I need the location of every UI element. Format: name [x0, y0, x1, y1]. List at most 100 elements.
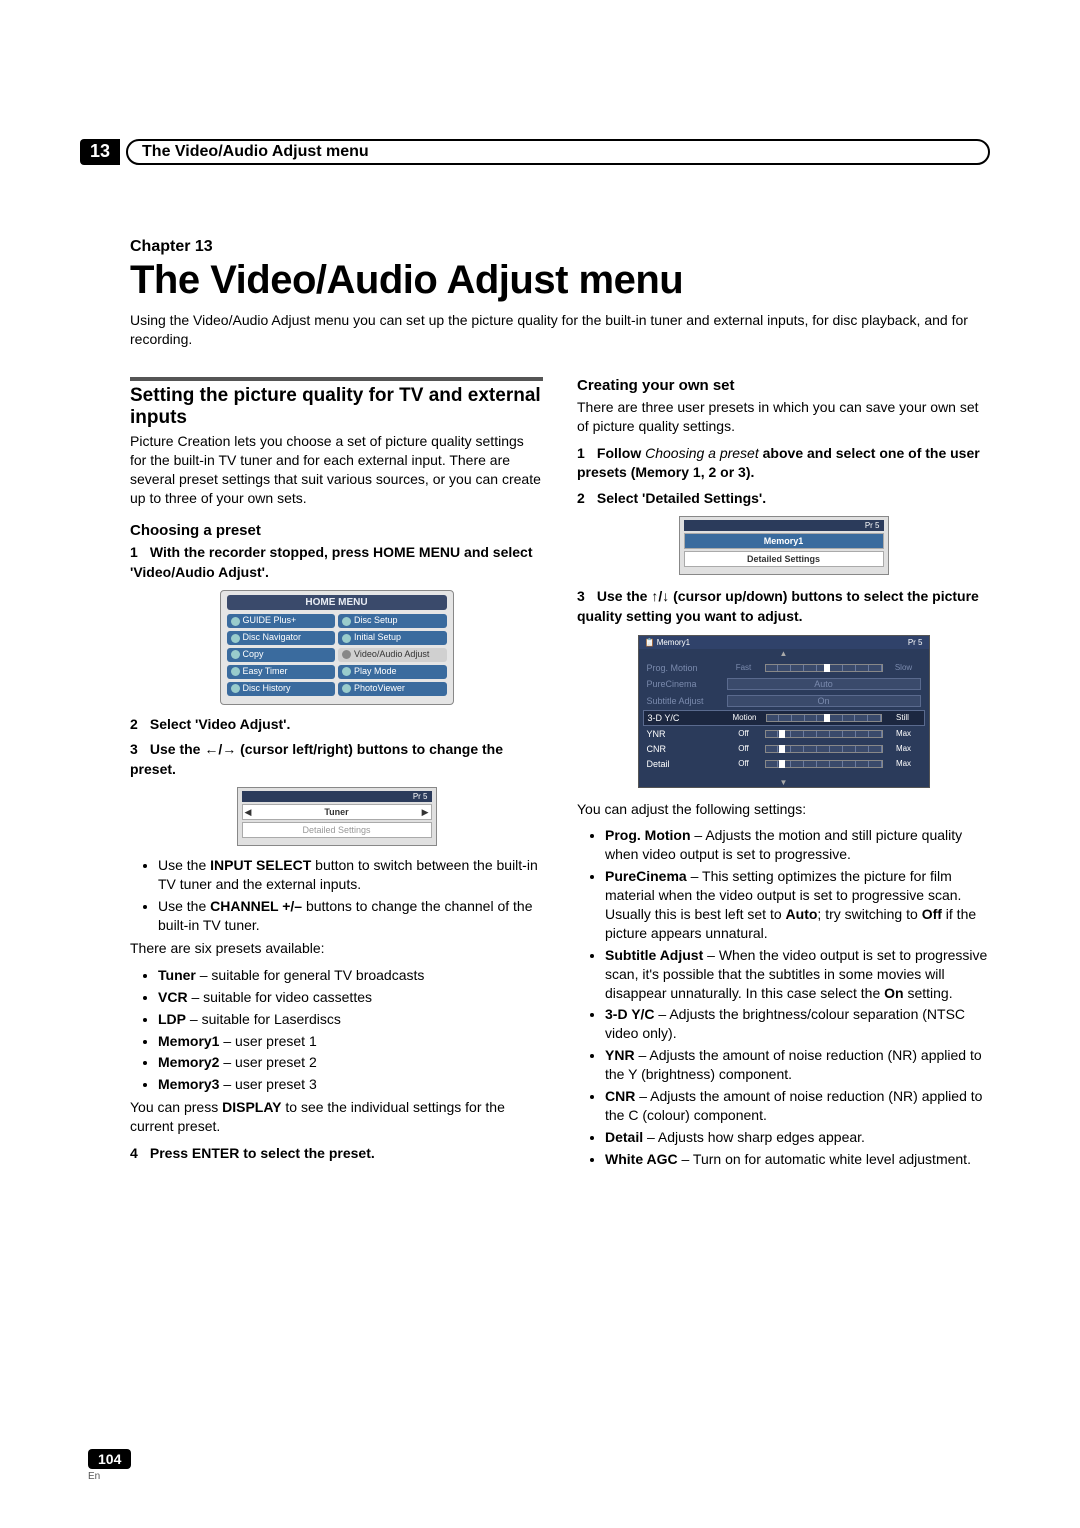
- right-column: Creating your own set There are three us…: [577, 377, 990, 1173]
- menu-item-initial-setup[interactable]: Initial Setup: [338, 631, 447, 645]
- det-slider[interactable]: [766, 714, 882, 722]
- det-end-left: Off: [727, 729, 761, 738]
- memory-row-detailed[interactable]: Detailed Settings: [684, 551, 884, 567]
- step-text-pre: Use the: [150, 741, 204, 757]
- det-slider[interactable]: [765, 745, 883, 753]
- step-4: 4 Press ENTER to select the preset.: [130, 1144, 543, 1164]
- setting-3d-yc: 3-D Y/C – Adjusts the brightness/colour …: [605, 1005, 990, 1043]
- step-2: 2 Select 'Video Adjust'.: [130, 715, 543, 735]
- preset-memory3: Memory3 – user preset 3: [158, 1075, 543, 1094]
- menu-label: Disc Navigator: [243, 633, 302, 643]
- det-value[interactable]: Auto: [727, 678, 921, 690]
- preset-badge: Pr 5: [242, 791, 432, 802]
- section-heading-picture-quality: Setting the picture quality for TV and e…: [130, 385, 543, 429]
- det-label: 3-D Y/C: [648, 713, 728, 723]
- section-divider: [130, 377, 543, 381]
- det-row-purecinema[interactable]: PureCinemaAuto: [643, 676, 925, 692]
- preset-row-detailed[interactable]: Detailed Settings: [242, 822, 432, 838]
- history-icon: [231, 684, 240, 693]
- preset-vcr: VCR – suitable for video cassettes: [158, 988, 543, 1007]
- det-label: PureCinema: [647, 679, 727, 689]
- tip-input-select: Use the INPUT SELECT button to switch be…: [158, 856, 543, 894]
- preset-row-tuner[interactable]: ◀ Tuner ▶: [242, 804, 432, 820]
- arrow-right-icon[interactable]: ▶: [422, 807, 429, 818]
- det-label: Subtitle Adjust: [647, 696, 727, 706]
- det-slider[interactable]: [765, 730, 883, 738]
- det-end-left: Off: [727, 744, 761, 753]
- running-header: 13 The Video/Audio Adjust menu: [80, 138, 990, 166]
- step-number: 2: [577, 489, 593, 509]
- left-column: Setting the picture quality for TV and e…: [130, 377, 543, 1173]
- menu-label: Initial Setup: [354, 633, 401, 643]
- det-end-right: Max: [887, 759, 921, 768]
- menu-item-easy-timer[interactable]: Easy Timer: [227, 665, 336, 679]
- menu-item-disc-setup[interactable]: Disc Setup: [338, 614, 447, 628]
- figure-home-menu: HOME MENU GUIDE Plus+ Disc Setup Disc Na…: [220, 590, 454, 704]
- running-title: The Video/Audio Adjust menu: [142, 143, 369, 161]
- subheading-creating-set: Creating your own set: [577, 377, 990, 394]
- step-1: 1 With the recorder stopped, press HOME …: [130, 543, 543, 582]
- menu-item-disc-history[interactable]: Disc History: [227, 682, 336, 696]
- slider-knob-icon[interactable]: [824, 714, 830, 722]
- photo-icon: [342, 684, 351, 693]
- det-slider[interactable]: [765, 664, 883, 672]
- slider-knob-icon[interactable]: [779, 760, 785, 768]
- arrow-left-right-icon: ←/→: [204, 741, 236, 757]
- det-label: Detail: [647, 759, 727, 769]
- home-menu-title: HOME MENU: [227, 595, 447, 610]
- det-label: CNR: [647, 744, 727, 754]
- det-end-right: Still: [886, 713, 920, 722]
- det-row-ynr[interactable]: YNROffMax: [643, 727, 925, 741]
- page-number: 104: [88, 1449, 131, 1469]
- page-title: The Video/Audio Adjust menu: [130, 258, 990, 303]
- scroll-up-icon[interactable]: ▲: [639, 649, 929, 658]
- step-number: 2: [130, 715, 146, 735]
- det-end-right: Max: [887, 744, 921, 753]
- det-end-left: Off: [727, 759, 761, 768]
- menu-label: Disc Setup: [354, 616, 398, 626]
- scroll-down-icon[interactable]: ▼: [639, 778, 929, 787]
- det-end-left: Fast: [727, 663, 761, 672]
- slider-knob-icon[interactable]: [779, 745, 785, 753]
- menu-item-photoviewer[interactable]: PhotoViewer: [338, 682, 447, 696]
- menu-item-play-mode[interactable]: Play Mode: [338, 665, 447, 679]
- disc-nav-icon: [231, 634, 240, 643]
- slider-knob-icon[interactable]: [779, 730, 785, 738]
- memory-row-selected[interactable]: Memory1: [684, 533, 884, 549]
- play-mode-icon: [342, 667, 351, 676]
- det-row-3-d-y-c[interactable]: 3-D Y/CMotionStill: [643, 710, 925, 726]
- menu-label: Easy Timer: [243, 667, 288, 677]
- slider-knob-icon[interactable]: [824, 664, 830, 672]
- det-title: 📋 Memory1: [645, 638, 691, 647]
- step-text: Select 'Video Adjust'.: [150, 716, 290, 732]
- setting-ynr: YNR – Adjusts the amount of noise reduct…: [605, 1046, 990, 1084]
- menu-item-guide-plus[interactable]: GUIDE Plus+: [227, 614, 336, 628]
- det-slider[interactable]: [765, 760, 883, 768]
- right-step-3: 3 Use the ↑/↓ (cursor up/down) buttons t…: [577, 587, 990, 626]
- step-text: Press ENTER to select the preset.: [150, 1145, 375, 1161]
- setting-white-agc: White AGC – Turn on for automatic white …: [605, 1150, 990, 1169]
- setting-cnr: CNR – Adjusts the amount of noise reduct…: [605, 1087, 990, 1125]
- preset-memory2: Memory2 – user preset 2: [158, 1053, 543, 1072]
- det-row-prog-motion[interactable]: Prog. MotionFastSlow: [643, 661, 925, 675]
- menu-item-disc-navigator[interactable]: Disc Navigator: [227, 631, 336, 645]
- det-row-cnr[interactable]: CNROff Max: [643, 742, 925, 756]
- det-row-subtitle-adjust[interactable]: Subtitle AdjustOn: [643, 693, 925, 709]
- step-italic: Choosing a preset: [645, 445, 759, 461]
- va-adjust-icon: [342, 650, 351, 659]
- menu-item-copy[interactable]: Copy: [227, 648, 336, 662]
- section-intro: Picture Creation lets you choose a set o…: [130, 432, 543, 508]
- arrow-left-icon[interactable]: ◀: [245, 807, 252, 818]
- running-title-pill: The Video/Audio Adjust menu: [126, 139, 990, 165]
- figure-detailed-settings: 📋 Memory1 Pr 5 ▲ Prog. MotionFastSlowPur…: [638, 635, 930, 788]
- step-number: 1: [577, 444, 593, 464]
- step-number: 4: [130, 1144, 146, 1164]
- menu-item-video-audio-adjust[interactable]: Video/Audio Adjust: [338, 648, 447, 662]
- menu-label: Video/Audio Adjust: [354, 650, 429, 660]
- det-row-detail[interactable]: DetailOff Max: [643, 757, 925, 771]
- det-value[interactable]: On: [727, 695, 921, 707]
- timer-icon: [231, 667, 240, 676]
- settings-list: Prog. Motion – Adjusts the motion and st…: [605, 826, 990, 1168]
- tips-list: Use the INPUT SELECT button to switch be…: [158, 856, 543, 935]
- page: 13 The Video/Audio Adjust menu Chapter 1…: [0, 0, 1080, 1528]
